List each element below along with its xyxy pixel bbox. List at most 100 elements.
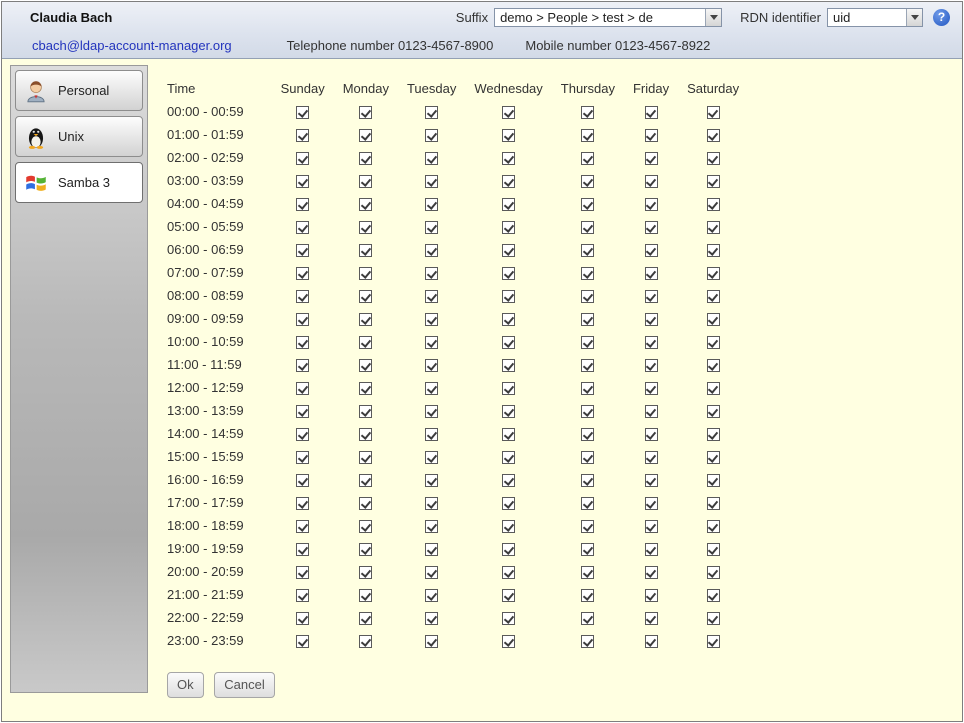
logon-hour-checkbox[interactable] xyxy=(359,497,372,510)
logon-hour-checkbox[interactable] xyxy=(359,336,372,349)
logon-hour-checkbox[interactable] xyxy=(581,382,594,395)
logon-hour-checkbox[interactable] xyxy=(425,382,438,395)
logon-hour-checkbox[interactable] xyxy=(425,267,438,280)
logon-hour-checkbox[interactable] xyxy=(645,497,658,510)
logon-hour-checkbox[interactable] xyxy=(425,198,438,211)
logon-hour-checkbox[interactable] xyxy=(296,106,309,119)
logon-hour-checkbox[interactable] xyxy=(359,382,372,395)
logon-hour-checkbox[interactable] xyxy=(359,267,372,280)
logon-hour-checkbox[interactable] xyxy=(296,520,309,533)
logon-hour-checkbox[interactable] xyxy=(707,175,720,188)
logon-hour-checkbox[interactable] xyxy=(707,244,720,257)
logon-hour-checkbox[interactable] xyxy=(707,451,720,464)
logon-hour-checkbox[interactable] xyxy=(359,405,372,418)
logon-hour-checkbox[interactable] xyxy=(502,359,515,372)
logon-hour-checkbox[interactable] xyxy=(502,451,515,464)
logon-hour-checkbox[interactable] xyxy=(425,405,438,418)
logon-hour-checkbox[interactable] xyxy=(645,267,658,280)
logon-hour-checkbox[interactable] xyxy=(707,428,720,441)
logon-hour-checkbox[interactable] xyxy=(645,106,658,119)
logon-hour-checkbox[interactable] xyxy=(502,497,515,510)
logon-hour-checkbox[interactable] xyxy=(645,359,658,372)
logon-hour-checkbox[interactable] xyxy=(502,221,515,234)
logon-hour-checkbox[interactable] xyxy=(707,566,720,579)
logon-hour-checkbox[interactable] xyxy=(581,336,594,349)
logon-hour-checkbox[interactable] xyxy=(502,635,515,648)
logon-hour-checkbox[interactable] xyxy=(359,612,372,625)
logon-hour-checkbox[interactable] xyxy=(359,543,372,556)
logon-hour-checkbox[interactable] xyxy=(502,336,515,349)
logon-hour-checkbox[interactable] xyxy=(359,221,372,234)
logon-hour-checkbox[interactable] xyxy=(645,612,658,625)
logon-hour-checkbox[interactable] xyxy=(425,336,438,349)
logon-hour-checkbox[interactable] xyxy=(581,543,594,556)
logon-hour-checkbox[interactable] xyxy=(425,175,438,188)
logon-hour-checkbox[interactable] xyxy=(425,635,438,648)
logon-hour-checkbox[interactable] xyxy=(296,543,309,556)
logon-hour-checkbox[interactable] xyxy=(425,221,438,234)
logon-hour-checkbox[interactable] xyxy=(707,152,720,165)
logon-hour-checkbox[interactable] xyxy=(645,244,658,257)
logon-hour-checkbox[interactable] xyxy=(707,106,720,119)
logon-hour-checkbox[interactable] xyxy=(707,405,720,418)
suffix-select[interactable]: demo > People > test > de xyxy=(494,8,722,27)
logon-hour-checkbox[interactable] xyxy=(707,589,720,602)
logon-hour-checkbox[interactable] xyxy=(359,451,372,464)
logon-hour-checkbox[interactable] xyxy=(296,152,309,165)
logon-hour-checkbox[interactable] xyxy=(359,152,372,165)
logon-hour-checkbox[interactable] xyxy=(581,152,594,165)
logon-hour-checkbox[interactable] xyxy=(707,221,720,234)
logon-hour-checkbox[interactable] xyxy=(502,290,515,303)
logon-hour-checkbox[interactable] xyxy=(645,520,658,533)
logon-hour-checkbox[interactable] xyxy=(425,106,438,119)
logon-hour-checkbox[interactable] xyxy=(425,428,438,441)
logon-hour-checkbox[interactable] xyxy=(645,336,658,349)
sidebar-item-personal[interactable]: Personal xyxy=(15,70,143,111)
logon-hour-checkbox[interactable] xyxy=(581,198,594,211)
logon-hour-checkbox[interactable] xyxy=(359,359,372,372)
logon-hour-checkbox[interactable] xyxy=(581,520,594,533)
logon-hour-checkbox[interactable] xyxy=(296,566,309,579)
logon-hour-checkbox[interactable] xyxy=(581,612,594,625)
logon-hour-checkbox[interactable] xyxy=(296,129,309,142)
logon-hour-checkbox[interactable] xyxy=(707,267,720,280)
logon-hour-checkbox[interactable] xyxy=(581,428,594,441)
logon-hour-checkbox[interactable] xyxy=(581,589,594,602)
logon-hour-checkbox[interactable] xyxy=(359,106,372,119)
logon-hour-checkbox[interactable] xyxy=(707,382,720,395)
logon-hour-checkbox[interactable] xyxy=(296,451,309,464)
logon-hour-checkbox[interactable] xyxy=(581,566,594,579)
logon-hour-checkbox[interactable] xyxy=(581,175,594,188)
logon-hour-checkbox[interactable] xyxy=(645,221,658,234)
logon-hour-checkbox[interactable] xyxy=(359,589,372,602)
logon-hour-checkbox[interactable] xyxy=(581,359,594,372)
logon-hour-checkbox[interactable] xyxy=(502,428,515,441)
logon-hour-checkbox[interactable] xyxy=(502,566,515,579)
logon-hour-checkbox[interactable] xyxy=(707,543,720,556)
logon-hour-checkbox[interactable] xyxy=(707,474,720,487)
logon-hour-checkbox[interactable] xyxy=(296,336,309,349)
logon-hour-checkbox[interactable] xyxy=(707,612,720,625)
logon-hour-checkbox[interactable] xyxy=(707,359,720,372)
email-link[interactable]: cbach@ldap-account-manager.org xyxy=(32,38,232,53)
rdn-select[interactable]: uid xyxy=(827,8,923,27)
logon-hour-checkbox[interactable] xyxy=(296,244,309,257)
logon-hour-checkbox[interactable] xyxy=(359,428,372,441)
logon-hour-checkbox[interactable] xyxy=(502,313,515,326)
logon-hour-checkbox[interactable] xyxy=(707,313,720,326)
logon-hour-checkbox[interactable] xyxy=(581,474,594,487)
logon-hour-checkbox[interactable] xyxy=(425,359,438,372)
logon-hour-checkbox[interactable] xyxy=(359,474,372,487)
logon-hour-checkbox[interactable] xyxy=(425,520,438,533)
logon-hour-checkbox[interactable] xyxy=(645,451,658,464)
logon-hour-checkbox[interactable] xyxy=(296,405,309,418)
logon-hour-checkbox[interactable] xyxy=(502,589,515,602)
logon-hour-checkbox[interactable] xyxy=(581,106,594,119)
logon-hour-checkbox[interactable] xyxy=(645,198,658,211)
logon-hour-checkbox[interactable] xyxy=(645,152,658,165)
logon-hour-checkbox[interactable] xyxy=(425,152,438,165)
logon-hour-checkbox[interactable] xyxy=(581,244,594,257)
logon-hour-checkbox[interactable] xyxy=(296,497,309,510)
logon-hour-checkbox[interactable] xyxy=(502,405,515,418)
logon-hour-checkbox[interactable] xyxy=(425,313,438,326)
